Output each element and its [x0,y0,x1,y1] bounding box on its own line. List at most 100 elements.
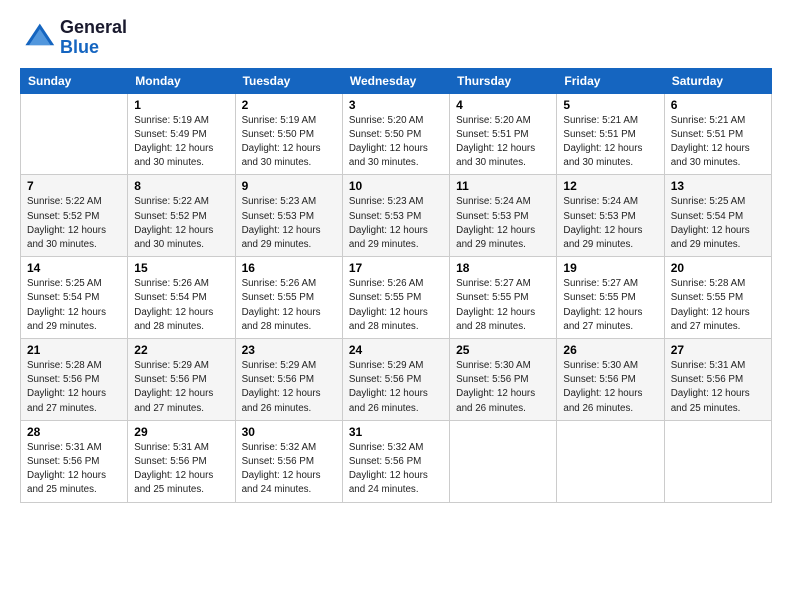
day-cell [557,420,664,502]
page: General Blue SundayMondayTuesdayWednesda… [0,0,792,515]
day-number: 24 [349,343,443,357]
day-cell: 2 Sunrise: 5:19 AM Sunset: 5:50 PM Daylig… [235,93,342,175]
day-cell: 8Sunrise: 5:22 AM Sunset: 5:52 PM Daylig… [128,175,235,257]
day-info: Sunrise: 5:19 AM Sunset: 5:50 PM Dayligh… [242,114,336,171]
weekday-monday: Monday [128,68,235,93]
day-info: Sunrise: 5:32 AM Sunset: 5:56 PM Dayligh… [242,441,336,498]
day-cell: 31Sunrise: 5:32 AM Sunset: 5:56 PM Dayli… [342,420,449,502]
day-info: Sunrise: 5:32 AM Sunset: 5:56 PM Dayligh… [349,441,443,498]
day-info: Sunrise: 5:30 AM Sunset: 5:56 PM Dayligh… [563,359,657,416]
day-cell: 19 Sunrise: 5:27 AM Sunset: 5:55 PM Dayli… [557,257,664,339]
day-number: 10 [349,179,443,193]
day-cell: 1Sunrise: 5:19 AM Sunset: 5:49 PM Daylig… [128,93,235,175]
day-info: Sunrise: 5:24 AM Sunset: 5:53 PM Dayligh… [563,195,657,252]
day-info: Sunrise: 5:26 AM Sunset: 5:55 PM Dayligh… [349,277,443,334]
day-info: Sunrise: 5:26 AM Sunset: 5:54 PM Dayligh… [134,277,228,334]
day-cell: 20 Sunrise: 5:28 AM Sunset: 5:55 PM Dayli… [664,257,771,339]
week-row-3: 14 Sunrise: 5:25 AM Sunset: 5:54 PM Dayli… [21,257,772,339]
day-info: Sunrise: 5:25 AM Sunset: 5:54 PM Dayligh… [671,195,765,252]
week-row-1: 1Sunrise: 5:19 AM Sunset: 5:49 PM Daylig… [21,93,772,175]
day-info: Sunrise: 5:26 AM Sunset: 5:55 PM Dayligh… [242,277,336,334]
day-number: 27 [671,343,765,357]
day-info: Sunrise: 5:23 AM Sunset: 5:53 PM Dayligh… [242,195,336,252]
day-number: 2 [242,98,336,112]
day-cell: 22 Sunrise: 5:29 AM Sunset: 5:56 PM Dayli… [128,339,235,421]
day-cell: 25 Sunrise: 5:30 AM Sunset: 5:56 PM Dayli… [450,339,557,421]
day-cell [664,420,771,502]
logo-blue-text: Blue [60,37,99,57]
weekday-friday: Friday [557,68,664,93]
day-info: Sunrise: 5:21 AM Sunset: 5:51 PM Dayligh… [563,114,657,171]
day-cell: 14 Sunrise: 5:25 AM Sunset: 5:54 PM Dayli… [21,257,128,339]
header: General Blue [20,18,772,58]
day-info: Sunrise: 5:31 AM Sunset: 5:56 PM Dayligh… [134,441,228,498]
day-info: Sunrise: 5:21 AM Sunset: 5:51 PM Dayligh… [671,114,765,171]
day-cell: 11 Sunrise: 5:24 AM Sunset: 5:53 PM Dayli… [450,175,557,257]
day-number: 18 [456,261,550,275]
day-info: Sunrise: 5:25 AM Sunset: 5:54 PM Dayligh… [27,277,121,334]
day-number: 25 [456,343,550,357]
day-number: 28 [27,425,121,439]
day-number: 23 [242,343,336,357]
day-cell: 29 Sunrise: 5:31 AM Sunset: 5:56 PM Dayli… [128,420,235,502]
day-number: 6 [671,98,765,112]
day-cell: 13 Sunrise: 5:25 AM Sunset: 5:54 PM Dayli… [664,175,771,257]
day-number: 19 [563,261,657,275]
week-row-5: 28 Sunrise: 5:31 AM Sunset: 5:56 PM Dayli… [21,420,772,502]
day-info: Sunrise: 5:27 AM Sunset: 5:55 PM Dayligh… [456,277,550,334]
day-cell [450,420,557,502]
day-number: 12 [563,179,657,193]
day-info: Sunrise: 5:29 AM Sunset: 5:56 PM Dayligh… [134,359,228,416]
day-cell: 30 Sunrise: 5:32 AM Sunset: 5:56 PM Dayli… [235,420,342,502]
day-number: 7 [27,179,121,193]
day-number: 21 [27,343,121,357]
day-number: 15 [134,261,228,275]
day-cell: 10 Sunrise: 5:23 AM Sunset: 5:53 PM Dayli… [342,175,449,257]
day-cell: 28 Sunrise: 5:31 AM Sunset: 5:56 PM Dayli… [21,420,128,502]
logo-icon [20,20,56,56]
day-info: Sunrise: 5:20 AM Sunset: 5:50 PM Dayligh… [349,114,443,171]
day-cell: 4Sunrise: 5:20 AM Sunset: 5:51 PM Daylig… [450,93,557,175]
day-number: 3 [349,98,443,112]
day-info: Sunrise: 5:23 AM Sunset: 5:53 PM Dayligh… [349,195,443,252]
day-info: Sunrise: 5:22 AM Sunset: 5:52 PM Dayligh… [27,195,121,252]
logo: General Blue [20,18,127,58]
day-cell [21,93,128,175]
day-cell: 27Sunrise: 5:31 AM Sunset: 5:56 PM Dayli… [664,339,771,421]
day-number: 30 [242,425,336,439]
weekday-header-row: SundayMondayTuesdayWednesdayThursdayFrid… [21,68,772,93]
day-number: 14 [27,261,121,275]
day-cell: 9 Sunrise: 5:23 AM Sunset: 5:53 PM Daylig… [235,175,342,257]
day-cell: 6 Sunrise: 5:21 AM Sunset: 5:51 PM Daylig… [664,93,771,175]
weekday-sunday: Sunday [21,68,128,93]
day-info: Sunrise: 5:30 AM Sunset: 5:56 PM Dayligh… [456,359,550,416]
day-number: 16 [242,261,336,275]
week-row-4: 21 Sunrise: 5:28 AM Sunset: 5:56 PM Dayli… [21,339,772,421]
day-number: 17 [349,261,443,275]
day-number: 9 [242,179,336,193]
day-info: Sunrise: 5:27 AM Sunset: 5:55 PM Dayligh… [563,277,657,334]
day-info: Sunrise: 5:24 AM Sunset: 5:53 PM Dayligh… [456,195,550,252]
weekday-wednesday: Wednesday [342,68,449,93]
day-number: 13 [671,179,765,193]
logo-general: General Blue [60,18,127,58]
day-number: 11 [456,179,550,193]
day-number: 22 [134,343,228,357]
weekday-tuesday: Tuesday [235,68,342,93]
day-cell: 15 Sunrise: 5:26 AM Sunset: 5:54 PM Dayli… [128,257,235,339]
day-number: 26 [563,343,657,357]
day-info: Sunrise: 5:28 AM Sunset: 5:56 PM Dayligh… [27,359,121,416]
day-cell: 7 Sunrise: 5:22 AM Sunset: 5:52 PM Daylig… [21,175,128,257]
day-number: 29 [134,425,228,439]
day-info: Sunrise: 5:20 AM Sunset: 5:51 PM Dayligh… [456,114,550,171]
day-info: Sunrise: 5:31 AM Sunset: 5:56 PM Dayligh… [27,441,121,498]
day-number: 20 [671,261,765,275]
day-info: Sunrise: 5:29 AM Sunset: 5:56 PM Dayligh… [242,359,336,416]
calendar-table: SundayMondayTuesdayWednesdayThursdayFrid… [20,68,772,503]
day-cell: 18 Sunrise: 5:27 AM Sunset: 5:55 PM Dayli… [450,257,557,339]
weekday-saturday: Saturday [664,68,771,93]
day-info: Sunrise: 5:28 AM Sunset: 5:55 PM Dayligh… [671,277,765,334]
day-cell: 23 Sunrise: 5:29 AM Sunset: 5:56 PM Dayli… [235,339,342,421]
day-cell: 21 Sunrise: 5:28 AM Sunset: 5:56 PM Dayli… [21,339,128,421]
day-cell: 5Sunrise: 5:21 AM Sunset: 5:51 PM Daylig… [557,93,664,175]
